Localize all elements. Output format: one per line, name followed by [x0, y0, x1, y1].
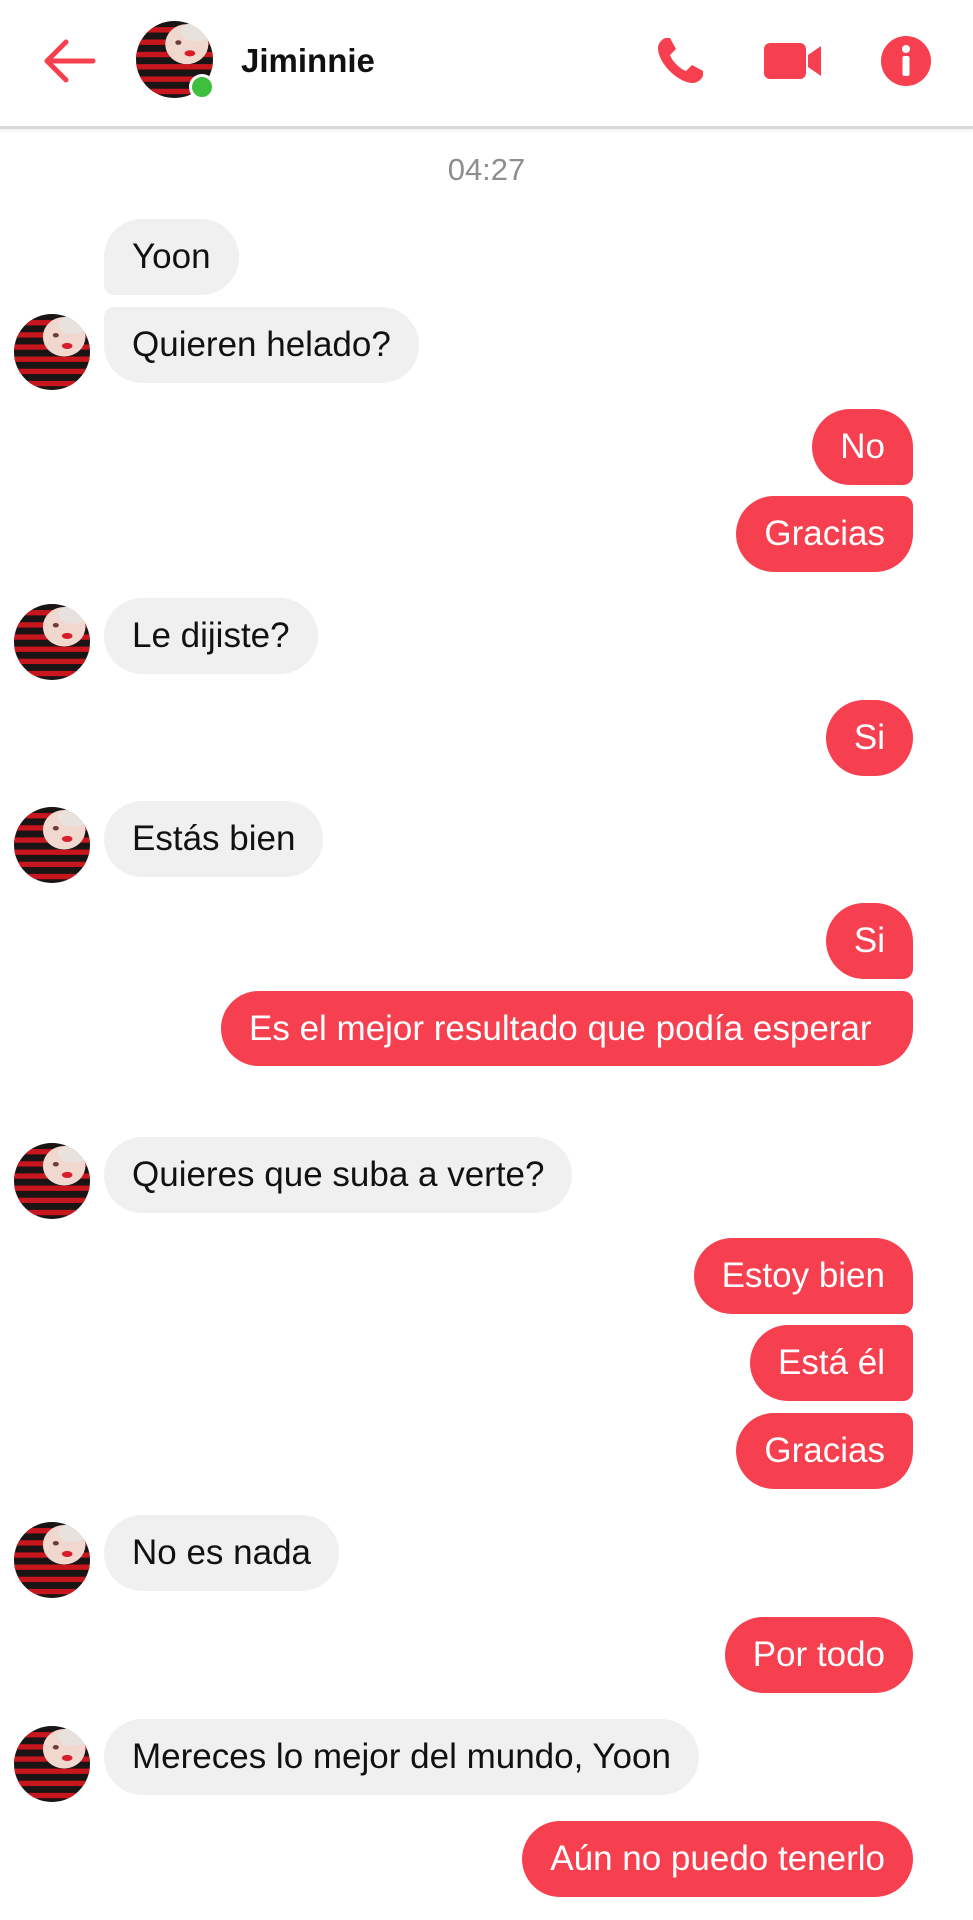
sender-avatar [14, 1143, 90, 1219]
video-call-button[interactable] [762, 30, 824, 92]
sender-avatar [14, 1522, 90, 1598]
incoming-message[interactable]: Yoon [104, 219, 239, 295]
contact-name[interactable]: Jiminnie [241, 42, 375, 80]
online-status-dot [189, 74, 215, 100]
incoming-message[interactable]: Quieres que suba a verte? [104, 1137, 573, 1213]
sender-avatar [14, 1726, 90, 1802]
outgoing-message[interactable]: Es el mejor resultado que podía esperar [221, 991, 913, 1066]
outgoing-message[interactable]: Gracias [736, 496, 913, 572]
chat-header: Jiminnie [0, 0, 973, 129]
sender-avatar [14, 314, 90, 390]
message-timestamp: 04:27 [447, 152, 526, 187]
outgoing-message[interactable]: Estoy bien [693, 1238, 913, 1314]
outgoing-message[interactable]: Gracias [736, 1413, 913, 1489]
outgoing-message[interactable]: No [812, 409, 913, 485]
outgoing-message[interactable]: Si [825, 700, 913, 776]
outgoing-message[interactable]: Si [825, 903, 913, 979]
sender-avatar [14, 807, 90, 883]
outgoing-message[interactable]: Por todo [724, 1617, 913, 1693]
incoming-message[interactable]: Le dijiste? [104, 598, 318, 674]
voice-call-button[interactable] [649, 30, 711, 92]
incoming-message[interactable]: No es nada [104, 1515, 340, 1591]
back-arrow-icon [44, 39, 96, 83]
conversation-info-button[interactable] [875, 30, 937, 92]
video-camera-icon [764, 43, 821, 79]
outgoing-message[interactable]: Aún no puedo tenerlo [522, 1821, 913, 1897]
sender-avatar [14, 604, 90, 680]
info-icon [881, 36, 931, 86]
outgoing-message[interactable]: Está él [750, 1325, 913, 1401]
phone-icon [658, 38, 703, 83]
incoming-message[interactable]: Mereces lo mejor del mundo, Yoon [104, 1719, 699, 1795]
incoming-message[interactable]: Quieren helado? [104, 307, 419, 383]
back-button[interactable] [40, 34, 100, 88]
incoming-message[interactable]: Estás bien [104, 801, 324, 877]
